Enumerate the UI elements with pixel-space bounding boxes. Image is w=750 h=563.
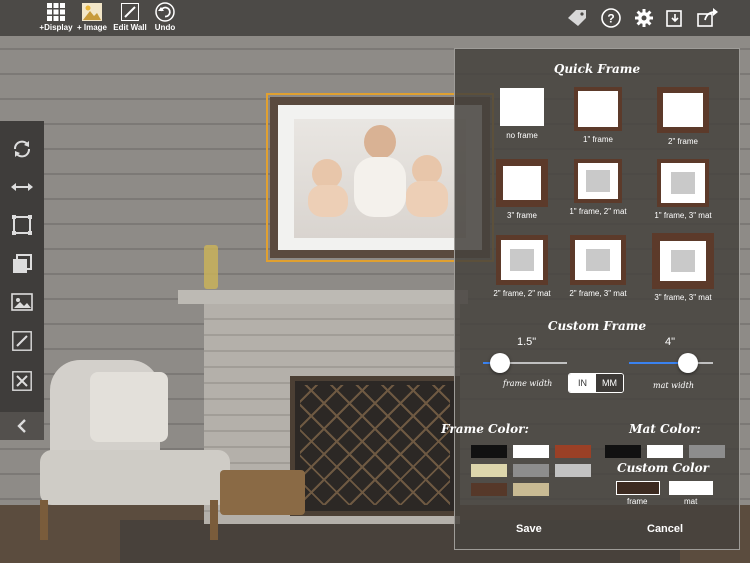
custom-frame-label: frame [627, 497, 648, 506]
mat-color-swatch[interactable] [647, 445, 683, 458]
frame-width-value: 1.5" [517, 336, 537, 348]
gear-icon[interactable] [632, 6, 656, 30]
mat-width-label: mat width [653, 381, 695, 390]
mantel [178, 290, 468, 304]
add-image-label: + Image [76, 23, 107, 32]
quick-frame-option[interactable]: 2" frame, 2" mat [482, 235, 562, 305]
mat-width-value: 4" [665, 336, 676, 348]
left-toolbar [0, 121, 44, 440]
frame-color-swatch[interactable] [471, 483, 507, 496]
photo-image [294, 119, 466, 238]
photo-settings-icon[interactable] [8, 288, 36, 316]
quick-frame-option[interactable]: 3" frame [482, 159, 562, 229]
mat-width-slider[interactable] [629, 351, 713, 375]
quick-frame-option[interactable]: 1" frame, 3" mat [643, 159, 723, 229]
frame-width-slider[interactable] [483, 351, 567, 375]
undo-label: Undo [154, 23, 176, 32]
quick-frame-option[interactable]: 2" frame, 3" mat [558, 235, 638, 305]
quick-frame-option[interactable]: no frame [482, 87, 562, 157]
mat-color-swatch[interactable] [689, 445, 725, 458]
frame-color-swatch[interactable] [513, 445, 549, 458]
frame-width-slider-thumb[interactable] [489, 353, 510, 373]
frame-color-title: Frame Color: [441, 422, 529, 436]
unit-in-option[interactable]: IN [569, 374, 596, 392]
quick-frame-option[interactable]: 3" frame, 3" mat [643, 233, 723, 303]
quick-frame-option[interactable]: 2" frame [643, 87, 723, 157]
cancel-button[interactable]: Cancel [647, 523, 683, 535]
add-display-label: +Display [39, 23, 73, 32]
fire-screen [300, 385, 450, 505]
top-toolbar: +Display + Image Edit Wall Undo ? [0, 0, 750, 36]
vase [204, 245, 218, 289]
unit-toggle[interactable]: IN MM [568, 373, 624, 393]
custom-mat-label: mat [684, 497, 698, 506]
log-basket [220, 470, 305, 515]
frame-color-swatch[interactable] [471, 464, 507, 477]
image-icon [82, 2, 102, 22]
mat-color-swatch[interactable] [605, 445, 641, 458]
rotate-icon[interactable] [8, 135, 36, 163]
quick-frame-title: Quick Frame [553, 62, 641, 76]
grid-icon [46, 2, 66, 22]
crop-icon[interactable] [8, 211, 36, 239]
frame-color-swatch[interactable] [555, 445, 591, 458]
custom-frame-color-swatch[interactable] [616, 481, 660, 495]
edit-pencil-icon[interactable] [8, 327, 36, 355]
undo-icon [155, 2, 175, 22]
svg-text:?: ? [607, 12, 614, 26]
save-button[interactable]: Save [516, 523, 542, 535]
photo-mat [278, 105, 482, 250]
mat-color-title: Mat Color: [629, 422, 701, 436]
custom-color-title: Custom Color [617, 461, 709, 475]
quick-frame-option[interactable]: 1" frame [558, 87, 638, 157]
frame-color-swatch[interactable] [513, 464, 549, 477]
custom-frame-title: Custom Frame [547, 319, 647, 333]
undo-button[interactable]: Undo [143, 2, 187, 34]
custom-mat-color-swatch[interactable] [669, 481, 713, 495]
layers-icon[interactable] [8, 250, 36, 278]
frame-color-swatch[interactable] [471, 445, 507, 458]
quick-frame-option[interactable]: 1" frame, 2" mat [558, 159, 638, 229]
horizontal-resize-icon[interactable] [8, 173, 36, 201]
frame-width-label: frame width [503, 379, 553, 388]
frame-color-swatch[interactable] [513, 483, 549, 496]
unit-mm-option[interactable]: MM [596, 374, 623, 392]
price-tag-icon[interactable] [565, 6, 589, 30]
save-to-album-icon[interactable] [663, 6, 687, 30]
share-icon[interactable] [696, 6, 720, 30]
help-icon[interactable]: ? [599, 6, 623, 30]
pillow [90, 372, 168, 442]
frame-options-panel: Quick Frame no frame 1" frame 2" frame 3… [441, 48, 740, 550]
mat-width-slider-thumb[interactable] [677, 353, 698, 373]
delete-icon[interactable] [8, 367, 36, 395]
frame-color-swatch[interactable] [555, 464, 591, 477]
collapse-chevron-icon[interactable] [0, 412, 44, 440]
pencil-icon [120, 2, 140, 22]
edit-wall-label: Edit Wall [113, 23, 147, 32]
